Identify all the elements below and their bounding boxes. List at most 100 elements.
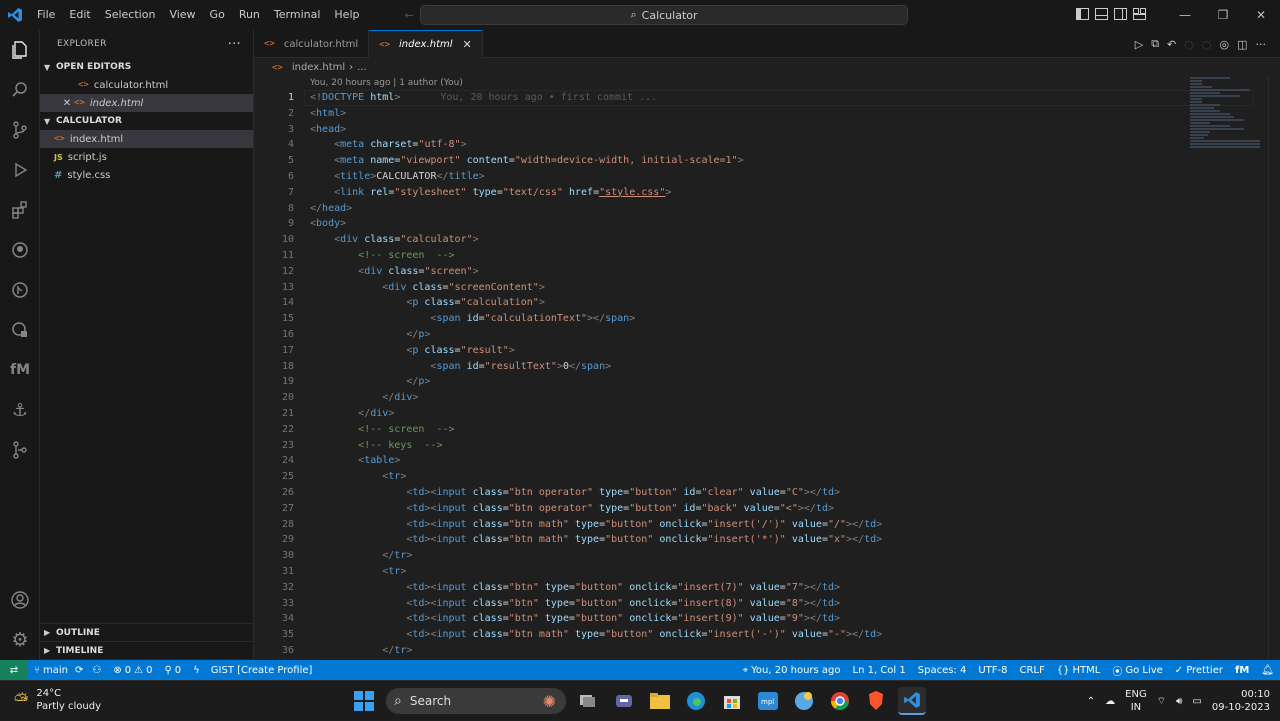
timeline-section[interactable]: ▶ TIMELINE [40, 642, 254, 660]
code-line[interactable]: <!DOCTYPE html> You, 20 hours ago • first… [310, 90, 1210, 106]
wifi-icon[interactable]: ⌔ [1157, 695, 1166, 708]
code-line[interactable]: <div class="screenContent"> [310, 280, 1210, 296]
open-editors-section[interactable]: ▼ OPEN EDITORS [40, 58, 253, 76]
code-line[interactable]: </p> [310, 327, 1210, 343]
breadcrumb-more[interactable]: ... [357, 62, 367, 73]
indentation-status[interactable]: Spaces: 4 [912, 665, 973, 676]
weather-widget[interactable]: ⛅︎ 24°C Partly cloudy [14, 687, 101, 713]
code-line[interactable]: <td><input class="btn math" type="button… [310, 517, 1210, 533]
encoding-status[interactable]: UTF-8 [972, 665, 1013, 676]
toggle-panel-icon[interactable] [1095, 7, 1108, 23]
close-window-icon[interactable]: ✕ [1242, 8, 1280, 22]
more-actions-icon[interactable]: ··· [228, 37, 241, 52]
weather-app-icon[interactable]: mpl [754, 687, 782, 715]
volume-icon[interactable]: 🔊︎ [1176, 696, 1182, 707]
code-line[interactable]: <p class="calculation"> [310, 295, 1210, 311]
anchor-icon[interactable]: ⚓ [0, 390, 40, 430]
extensions-icon[interactable] [0, 190, 40, 230]
chat-app-icon[interactable] [790, 687, 818, 715]
close-icon[interactable]: ✕ [60, 98, 74, 109]
edge-browser-icon[interactable] [682, 687, 710, 715]
code-line[interactable]: <meta charset="utf-8"> [310, 137, 1210, 153]
gist-status[interactable]: ϟ GIST [Create Profile] [187, 665, 318, 676]
eol-status[interactable]: CRLF [1014, 665, 1051, 676]
code-line[interactable]: <html> [310, 106, 1210, 122]
explorer-icon[interactable] [0, 30, 40, 70]
breadcrumb-file[interactable]: index.html [292, 62, 345, 73]
minimize-icon[interactable]: — [1166, 8, 1204, 22]
menu-view[interactable]: View [162, 0, 202, 30]
code-line[interactable]: <td><input class="btn math" type="button… [310, 627, 1210, 643]
menu-selection[interactable]: Selection [98, 0, 163, 30]
compare-icon[interactable]: ◎ [1219, 38, 1229, 51]
code-line[interactable]: <td><input class="btn math" type="button… [310, 532, 1210, 548]
code-line[interactable]: </tr> [310, 548, 1210, 564]
brave-browser-icon[interactable] [862, 687, 890, 715]
vscode-taskbar-icon[interactable] [898, 687, 926, 715]
menu-file[interactable]: File [30, 0, 62, 30]
minimap[interactable] [1190, 77, 1270, 167]
code-line[interactable]: <span id="calculationText"></span> [310, 311, 1210, 327]
command-center[interactable]: ⌕ Calculator [420, 5, 908, 25]
code-area[interactable]: <!DOCTYPE html> You, 20 hours ago • first… [310, 90, 1210, 659]
outline-section[interactable]: ▶ OUTLINE [40, 624, 254, 642]
code-line[interactable]: <tr> [310, 564, 1210, 580]
windows-start-icon[interactable] [350, 687, 378, 715]
blame-codelens[interactable]: You, 20 hours ago | 1 author (You) [310, 77, 463, 90]
toggle-secondary-sidebar-icon[interactable] [1114, 7, 1127, 23]
search-activity-icon[interactable] [0, 70, 40, 110]
code-line[interactable]: <body> [310, 216, 1210, 232]
go-back-change-icon[interactable]: ↶ [1167, 38, 1176, 51]
language-status[interactable]: {} HTML [1051, 665, 1107, 676]
code-line[interactable]: <td><input class="btn" type="button" onc… [310, 596, 1210, 612]
file-item[interactable]: # style.css [40, 166, 253, 184]
code-line[interactable]: <meta name="viewport" content="width=dev… [310, 153, 1210, 169]
back-arrow-icon[interactable]: ← [404, 9, 413, 22]
menu-run[interactable]: Run [232, 0, 267, 30]
task-view-icon[interactable] [574, 687, 602, 715]
file-item[interactable]: <> index.html [40, 130, 253, 148]
code-line[interactable]: <td><input class="btn operator" type="bu… [310, 485, 1210, 501]
maximize-icon[interactable]: ❐ [1204, 8, 1242, 22]
code-line[interactable]: <td><input class="btn" type="button" onc… [310, 580, 1210, 596]
branch-status[interactable]: ⑂ main ⟳ ⚇ [28, 665, 107, 676]
tab-index-html[interactable]: <> index.html ✕ [369, 30, 483, 58]
chrome-browser-icon[interactable] [826, 687, 854, 715]
run-debug-icon[interactable] [0, 150, 40, 190]
code-line[interactable]: </p> [310, 374, 1210, 390]
source-control-icon[interactable] [0, 110, 40, 150]
code-line[interactable]: <div class="screen"> [310, 264, 1210, 280]
code-line[interactable]: </div> [310, 390, 1210, 406]
code-line[interactable]: <title>CALCULATOR</title> [310, 169, 1210, 185]
code-line[interactable]: <p class="result"> [310, 343, 1210, 359]
publish-icon[interactable]: ⚇ [92, 665, 101, 676]
code-line[interactable]: <head> [310, 122, 1210, 138]
blame-status[interactable]: ⌖ You, 20 hours ago [736, 665, 846, 676]
fm-icon[interactable]: fM [0, 350, 40, 390]
next-change-icon[interactable]: ◌ [1202, 38, 1212, 51]
menu-help[interactable]: Help [327, 0, 366, 30]
taskbar-search[interactable]: ⌕ Search ✺ [386, 688, 566, 714]
clock[interactable]: 00:10 09-10-2023 [1212, 688, 1270, 714]
github-icon[interactable] [0, 230, 40, 270]
run-icon[interactable]: ▷ [1135, 38, 1143, 51]
prettier-status[interactable]: ✓ Prettier [1169, 665, 1229, 676]
teams-chat-icon[interactable] [610, 687, 638, 715]
tab-calculator-html[interactable]: <> calculator.html [254, 30, 370, 58]
code-line[interactable]: <!-- keys --> [310, 438, 1210, 454]
problems-status[interactable]: ⊗ 0 ⚠ 0 [107, 665, 158, 676]
remote-indicator-icon[interactable]: ⇄ [0, 660, 28, 680]
remote-explorer-icon[interactable] [0, 310, 40, 350]
code-line[interactable]: <div class="calculator"> [310, 232, 1210, 248]
gitlens-icon[interactable] [0, 430, 40, 470]
open-editor-item[interactable]: <> calculator.html [40, 76, 253, 94]
code-line[interactable]: <!-- screen --> [310, 422, 1210, 438]
customize-layout-icon[interactable] [1133, 7, 1146, 23]
microsoft-store-icon[interactable] [718, 687, 746, 715]
split-editor-icon[interactable]: ◫ [1237, 38, 1247, 51]
onedrive-cloud-icon[interactable]: ☁ [1105, 696, 1115, 707]
code-line[interactable]: </head> [310, 201, 1210, 217]
menu-edit[interactable]: Edit [62, 0, 97, 30]
code-line[interactable]: <td><input class="btn" type="button" onc… [310, 611, 1210, 627]
code-line[interactable]: <span id="resultText">0</span> [310, 359, 1210, 375]
